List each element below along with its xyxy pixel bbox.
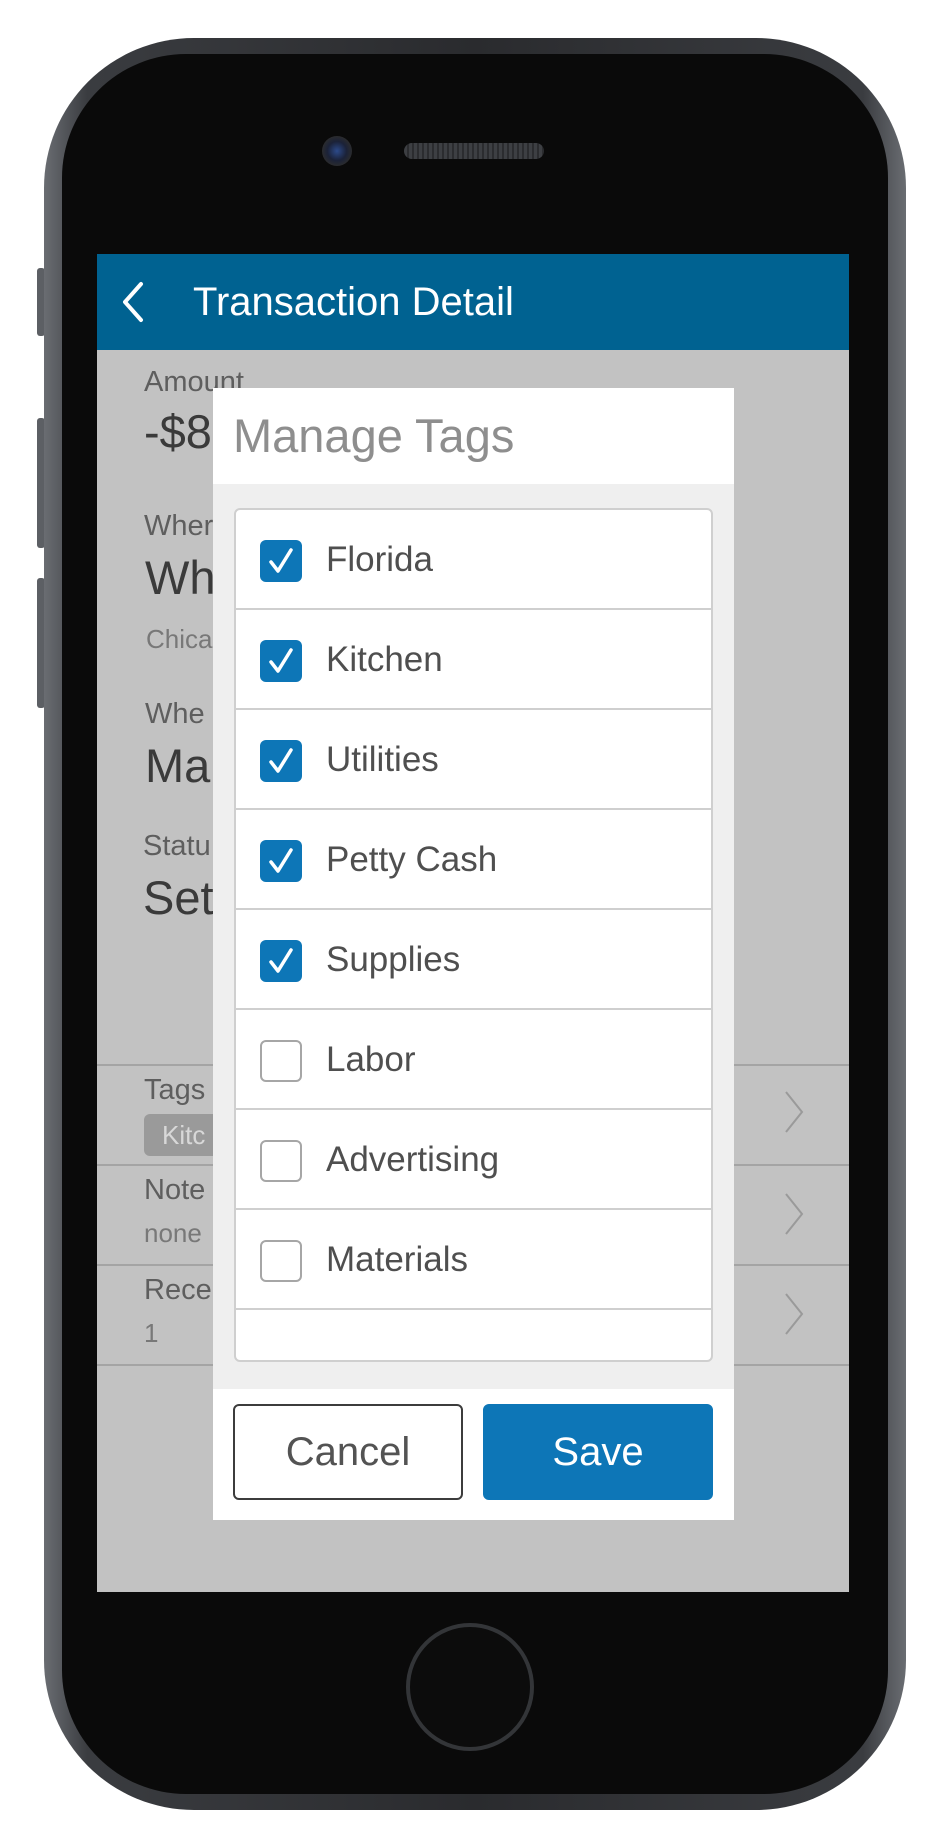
checkmark-icon [269,548,293,573]
checkbox-unchecked[interactable] [260,1040,302,1082]
dialog-title: Manage Tags [233,409,515,462]
checkmark-icon [269,648,293,673]
status-value: Set [143,871,214,924]
checkbox-checked[interactable] [260,840,302,882]
tag-label: Labor [326,1040,416,1079]
status-label: Statu [143,830,211,862]
chevron-right-icon[interactable] [783,1090,805,1134]
notes-label: Note [144,1174,206,1206]
tag-label: Utilities [326,740,439,779]
tags-label: Tags [144,1074,206,1106]
manage-tags-dialog: Manage Tags Florida Kitchen Utilities Pe… [213,388,734,1520]
tag-label: Supplies [326,940,461,979]
checkmark-icon [269,748,293,773]
page-title: Transaction Detail [193,280,514,324]
checkmark-icon [269,848,293,873]
when-label: Whe [145,698,205,730]
where-label: Wher [144,510,214,542]
tag-label: Kitchen [326,640,443,679]
chevron-right-icon[interactable] [783,1192,805,1236]
tag-row-kitchen[interactable]: Kitchen [236,610,711,710]
front-camera [322,136,352,166]
tag-list[interactable]: Florida Kitchen Utilities Petty Cash Sup… [234,508,713,1362]
tag-row-florida[interactable]: Florida [236,510,711,610]
tag-label: Materials [326,1240,468,1279]
tag-row-advertising[interactable]: Advertising [236,1110,711,1210]
tag-row-utilities[interactable]: Utilities [236,710,711,810]
receipts-label: Rece [144,1274,212,1306]
amount-value: -$8 [144,405,212,458]
tag-row-labor[interactable]: Labor [236,1010,711,1110]
tag-row-supplies[interactable]: Supplies [236,910,711,1010]
chevron-left-icon[interactable] [113,278,153,326]
checkbox-checked[interactable] [260,940,302,982]
tag-row-materials[interactable]: Materials [236,1210,711,1310]
when-value: Ma [145,739,211,792]
tag-row-petty-cash[interactable]: Petty Cash [236,810,711,910]
checkbox-unchecked[interactable] [260,1240,302,1282]
receipts-value: 1 [144,1318,159,1348]
chevron-right-icon[interactable] [783,1292,805,1336]
home-button[interactable] [406,1623,534,1751]
tag-label: Advertising [326,1140,500,1179]
earpiece-speaker [404,143,544,159]
cancel-button[interactable]: Cancel [233,1404,463,1500]
app-bar: Transaction Detail [97,254,849,350]
tag-label: Petty Cash [326,840,498,879]
checkbox-unchecked[interactable] [260,1140,302,1182]
checkmark-icon [269,948,293,973]
where-location: Chica [146,624,213,654]
save-button[interactable]: Save [483,1404,713,1500]
checkbox-checked[interactable] [260,540,302,582]
tag-label: Florida [326,540,433,579]
notes-value: none [144,1218,202,1248]
checkbox-checked[interactable] [260,640,302,682]
checkbox-checked[interactable] [260,740,302,782]
